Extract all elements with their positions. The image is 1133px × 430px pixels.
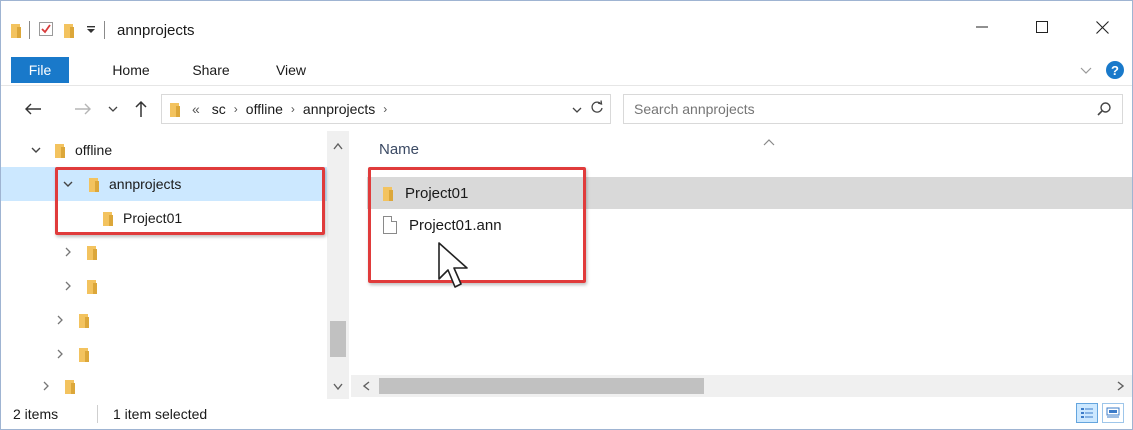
chevron-right-icon[interactable] — [61, 279, 75, 293]
chevron-down-icon[interactable] — [29, 143, 43, 157]
folder-icon — [170, 102, 180, 117]
arrow-right-icon — [75, 103, 91, 115]
chevron-right-icon[interactable] — [53, 347, 67, 361]
scroll-up-icon[interactable] — [331, 139, 345, 153]
scroll-down-icon[interactable] — [331, 379, 345, 393]
tree-item-collapsed[interactable] — [1, 235, 327, 269]
close-icon — [1095, 20, 1109, 34]
title-bar: annprojects — [1, 1, 1132, 53]
annotation-highlight-tree — [55, 167, 325, 235]
ribbon-tabs: File Home Share View ? — [1, 53, 1132, 85]
sort-ascending-icon — [763, 133, 775, 149]
tree-scroll-thumb[interactable] — [330, 321, 346, 357]
breadcrumb-separator[interactable]: › — [291, 102, 295, 116]
chevron-right-icon[interactable] — [61, 245, 75, 259]
breadcrumb-sc[interactable]: sc — [212, 101, 226, 117]
tree-item-label: offline — [75, 142, 113, 158]
folder-icon — [65, 379, 75, 394]
tree-item-offline[interactable]: offline — [1, 133, 327, 167]
selection-status: 1 item selected — [113, 406, 208, 422]
maximize-icon — [1036, 21, 1048, 33]
folder-icon — [79, 313, 89, 328]
tree-item-collapsed[interactable] — [1, 303, 327, 337]
address-bar[interactable]: « sc › offline › annprojects › — [161, 94, 611, 124]
back-button[interactable] — [21, 98, 45, 120]
folder-icon — [11, 23, 21, 38]
window-controls — [952, 1, 1132, 53]
column-header-name[interactable]: Name — [379, 141, 419, 158]
properties-check-icon[interactable] — [38, 21, 54, 40]
window-title: annprojects — [117, 21, 195, 39]
breadcrumb-offline[interactable]: offline — [246, 101, 283, 117]
minimize-button[interactable] — [952, 1, 1012, 53]
breadcrumb-separator[interactable]: › — [234, 102, 238, 116]
folder-icon — [55, 143, 65, 158]
details-view-button[interactable] — [1076, 403, 1098, 423]
address-dropdown-icon[interactable] — [572, 101, 582, 117]
item-count: 2 items — [13, 406, 59, 422]
address-controls — [572, 99, 604, 118]
explorer-window: annprojects File Home Share View ? « sc … — [0, 0, 1133, 430]
tree-item-collapsed[interactable] — [1, 369, 327, 399]
help-icon[interactable]: ? — [1106, 61, 1124, 79]
qat-separator-2 — [104, 21, 105, 39]
expand-ribbon-icon[interactable] — [1080, 62, 1092, 78]
customize-qat-icon[interactable] — [86, 22, 96, 38]
maximize-button[interactable] — [1012, 1, 1072, 53]
tree-item-collapsed[interactable] — [1, 337, 327, 371]
breadcrumb-separator[interactable]: › — [383, 102, 387, 116]
tree-item-collapsed[interactable] — [1, 269, 327, 303]
tab-share[interactable]: Share — [181, 57, 241, 83]
folder-icon — [79, 347, 89, 362]
recent-locations-button[interactable] — [105, 98, 121, 120]
large-icons-view-button[interactable] — [1102, 403, 1124, 423]
minimize-icon — [976, 26, 988, 28]
folder-icon — [87, 245, 97, 260]
arrow-left-icon — [25, 103, 41, 115]
tab-file[interactable]: File — [11, 57, 69, 83]
search-box[interactable] — [623, 94, 1123, 124]
arrow-up-icon — [135, 100, 147, 117]
close-button[interactable] — [1072, 1, 1132, 53]
qat-separator — [29, 21, 30, 39]
scroll-left-icon[interactable] — [359, 379, 373, 393]
breadcrumb-overflow[interactable]: « — [192, 101, 200, 117]
status-separator — [97, 405, 98, 423]
scroll-right-icon[interactable] — [1113, 379, 1127, 393]
forward-button[interactable] — [71, 98, 95, 120]
new-folder-icon[interactable] — [64, 23, 74, 38]
search-input[interactable] — [634, 101, 1074, 117]
chevron-down-icon — [108, 106, 118, 112]
tab-view[interactable]: View — [261, 57, 321, 83]
horizontal-scroll-thumb[interactable] — [379, 378, 704, 394]
tab-home[interactable]: Home — [101, 57, 161, 83]
details-view-icon — [1081, 408, 1093, 418]
refresh-icon[interactable] — [590, 99, 604, 118]
horizontal-scrollbar[interactable] — [351, 375, 1132, 397]
up-button[interactable] — [129, 98, 153, 120]
chevron-right-icon[interactable] — [39, 379, 53, 393]
chevron-right-icon[interactable] — [53, 313, 67, 327]
ribbon-right-controls: ? — [1080, 58, 1124, 82]
breadcrumb-annprojects[interactable]: annprojects — [303, 101, 375, 117]
tree-scrollbar[interactable] — [327, 131, 349, 399]
view-toggle — [1076, 403, 1124, 423]
quick-access-toolbar: annprojects — [11, 19, 195, 41]
navigation-bar: « sc › offline › annprojects › — [1, 85, 1132, 131]
status-bar: 2 items 1 item selected — [1, 399, 1132, 429]
search-icon[interactable] — [1096, 101, 1112, 120]
large-icons-view-icon — [1106, 407, 1120, 418]
folder-icon — [87, 279, 97, 294]
mouse-pointer-icon — [438, 242, 468, 288]
